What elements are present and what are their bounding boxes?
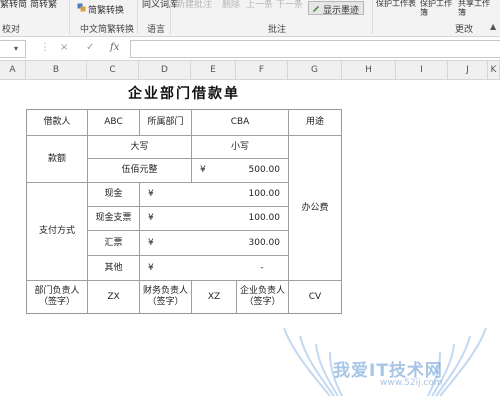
group-separator <box>170 0 171 34</box>
payment-method-cash-check[interactable]: 现金支票 <box>88 207 139 230</box>
payment-method-other[interactable]: 其他 <box>88 256 139 280</box>
column-header-k[interactable]: K <box>488 61 500 80</box>
chevron-down-icon[interactable]: ▾ <box>14 44 18 53</box>
column-header-d[interactable]: D <box>139 61 191 80</box>
purpose-value[interactable]: 办公费 <box>289 136 341 280</box>
thesaurus-button[interactable]: 同义词库 <box>142 0 178 10</box>
finance-head-signature-value[interactable]: XZ <box>192 281 236 313</box>
column-header-f[interactable]: F <box>236 61 288 80</box>
insert-function-icon[interactable]: fx <box>110 42 119 53</box>
payment-amount-draft[interactable]: 300.00 <box>150 231 288 255</box>
finance-head-signature-label[interactable]: 财务负责人 （签字） <box>140 281 191 313</box>
borrower-label[interactable]: 借款人 <box>27 110 87 135</box>
name-box[interactable]: ▾ <box>0 40 26 58</box>
department-label[interactable]: 所属部门 <box>140 110 191 135</box>
group-label-proofing: 校对 <box>2 25 21 35</box>
upper-case-label[interactable]: 大写 <box>88 136 191 158</box>
payment-method-label[interactable]: 支付方式 <box>27 183 87 280</box>
group-label-changes: 更改 <box>455 25 474 35</box>
drag-handle-icon[interactable]: ⋮ <box>40 42 50 53</box>
simp-trad-convert-button[interactable]: 简繁转换 <box>88 3 124 16</box>
currency-symbol: ¥ <box>148 262 154 273</box>
group-label-language: 语言 <box>147 25 166 35</box>
payment-method-cash[interactable]: 现金 <box>88 183 139 206</box>
ribbon: 繁转简 简转繁 校对 简繁转换 中文简繁转换 同义词库 语言 新建批注 删除 上… <box>0 0 500 37</box>
formula-bar: ▾ ⋮ × ✓ fx <box>0 37 500 61</box>
group-label-comments: 批注 <box>268 25 287 35</box>
column-header-h[interactable]: H <box>342 61 396 80</box>
payment-amount-cash[interactable]: 100.00 <box>150 183 288 206</box>
delete-comment-button[interactable]: 删除 <box>222 0 240 10</box>
group-separator <box>137 0 138 34</box>
column-header-c[interactable]: C <box>87 61 139 80</box>
column-header-g[interactable]: G <box>288 61 342 80</box>
amount-label[interactable]: 款额 <box>27 136 87 182</box>
lower-case-amount[interactable]: 500.00 <box>200 159 288 182</box>
watermark-url: www.52ij.com <box>380 378 443 388</box>
column-header-a[interactable]: A <box>0 61 26 80</box>
payment-amount-cash-check[interactable]: 100.00 <box>150 207 288 230</box>
column-header-e[interactable]: E <box>191 61 236 80</box>
formula-input[interactable] <box>130 40 500 58</box>
convert-trad-to-simp-button[interactable]: 繁转简 <box>0 0 27 10</box>
group-separator <box>69 0 70 34</box>
group-separator <box>372 0 373 34</box>
payment-method-draft[interactable]: 汇票 <box>88 231 139 255</box>
protect-sheet-button[interactable]: 保护工作表 <box>376 0 416 8</box>
enter-icon[interactable]: ✓ <box>86 42 94 53</box>
payment-amount-other[interactable]: - <box>236 256 288 280</box>
dept-head-signature-label[interactable]: 部门负责人 （签字） <box>27 281 87 313</box>
ink-icon <box>312 4 320 12</box>
convert-icon <box>77 3 86 12</box>
next-comment-button[interactable]: 下一条 <box>276 0 303 10</box>
lower-case-label[interactable]: 小写 <box>192 136 288 158</box>
column-header-i[interactable]: I <box>396 61 448 80</box>
department-value[interactable]: CBA <box>192 110 288 135</box>
protect-workbook-button[interactable]: 保护工作簿 <box>420 0 452 17</box>
show-ink-label: 显示墨迹 <box>323 6 360 16</box>
prev-comment-button[interactable]: 上一条 <box>246 0 273 10</box>
form-title: 企业部门借款单 <box>128 86 240 102</box>
convert-simp-to-trad-button[interactable]: 简转繁 <box>30 0 57 10</box>
company-head-signature-label[interactable]: 企业负责人 （签字） <box>237 281 288 313</box>
group-label-chinese-convert: 中文简繁转换 <box>80 25 135 35</box>
excel-window: 繁转简 简转繁 校对 简繁转换 中文简繁转换 同义词库 语言 新建批注 删除 上… <box>0 0 500 401</box>
company-head-signature-value[interactable]: CV <box>289 281 341 313</box>
show-ink-button[interactable]: 显示墨迹 <box>308 1 364 16</box>
new-comment-button[interactable]: 新建批注 <box>176 0 212 10</box>
dept-head-signature-value[interactable]: ZX <box>88 281 139 313</box>
share-workbook-button[interactable]: 共享工作簿 <box>458 0 490 17</box>
upper-case-amount[interactable]: 伍佰元整 <box>88 159 191 182</box>
chevron-up-icon[interactable]: ▲ <box>490 22 496 31</box>
column-header-b[interactable]: B <box>26 61 87 80</box>
purpose-label[interactable]: 用途 <box>289 110 341 135</box>
cancel-icon[interactable]: × <box>60 42 68 53</box>
column-header-j[interactable]: J <box>448 61 488 80</box>
borrower-value[interactable]: ABC <box>88 110 139 135</box>
